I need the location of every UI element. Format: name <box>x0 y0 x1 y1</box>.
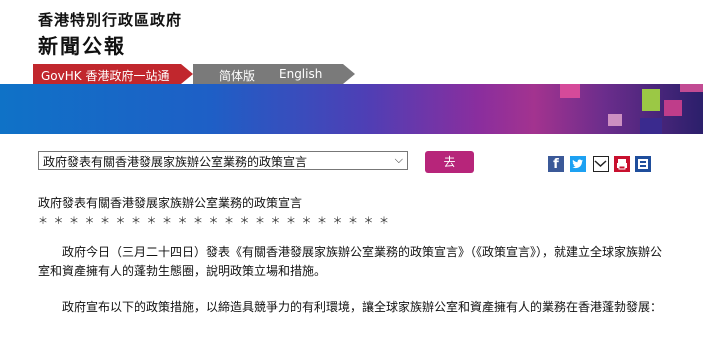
headline-select-value: 政府發表有關香港發展家族辦公室業務的政策宣言 <box>43 155 308 169</box>
print-icon[interactable] <box>614 156 630 172</box>
nav-language-tab-arrow <box>343 64 355 84</box>
banner-block <box>680 84 703 92</box>
banner-block <box>642 89 660 111</box>
masthead: 香港特別行政區政府 新聞公報 <box>0 0 703 64</box>
site-title-press-releases[interactable]: 新聞公報 <box>38 30 126 59</box>
chevron-down-icon: ⌵ <box>394 153 403 166</box>
go-button[interactable]: 去 <box>425 151 474 173</box>
site-title-gov: 香港特別行政區政府 <box>38 11 183 29</box>
banner-block <box>560 84 580 98</box>
facebook-icon[interactable]: f <box>548 156 564 172</box>
simplified-chinese-link[interactable]: 简体版 <box>219 67 255 84</box>
banner-block <box>608 114 622 126</box>
govhk-link[interactable]: GovHK 香港政府一站通 <box>41 67 169 84</box>
title-separator: ＊＊＊＊＊＊＊＊＊＊＊＊＊＊＊＊＊＊＊＊＊＊＊ <box>38 216 395 227</box>
nav-govhk-tab-arrow <box>181 64 193 84</box>
body-paragraph-1: 政府今日（三月二十四日）發表《有關香港發展家族辦公室業務的政策宣言》（《政策宣言… <box>38 245 663 278</box>
zoom-icon[interactable] <box>635 156 651 172</box>
press-release-title: 政府發表有關香港發展家族辦公室業務的政策宣言 <box>38 196 303 210</box>
mail-icon[interactable] <box>593 156 609 172</box>
headline-select[interactable]: 政府發表有關香港發展家族辦公室業務的政策宣言 ⌵ <box>38 151 408 170</box>
nav-bar: GovHK 香港政府一站通 简体版 English <box>0 64 703 84</box>
banner-block <box>640 118 662 134</box>
twitter-icon[interactable] <box>570 156 586 172</box>
banner-block <box>664 100 682 116</box>
decorative-banner <box>0 84 703 134</box>
body-paragraph-2: 政府宣布以下的政策措施，以締造具競爭力的有利環境，讓全球家族辦公室和資產擁有人的… <box>62 300 663 314</box>
english-link[interactable]: English <box>279 67 322 81</box>
